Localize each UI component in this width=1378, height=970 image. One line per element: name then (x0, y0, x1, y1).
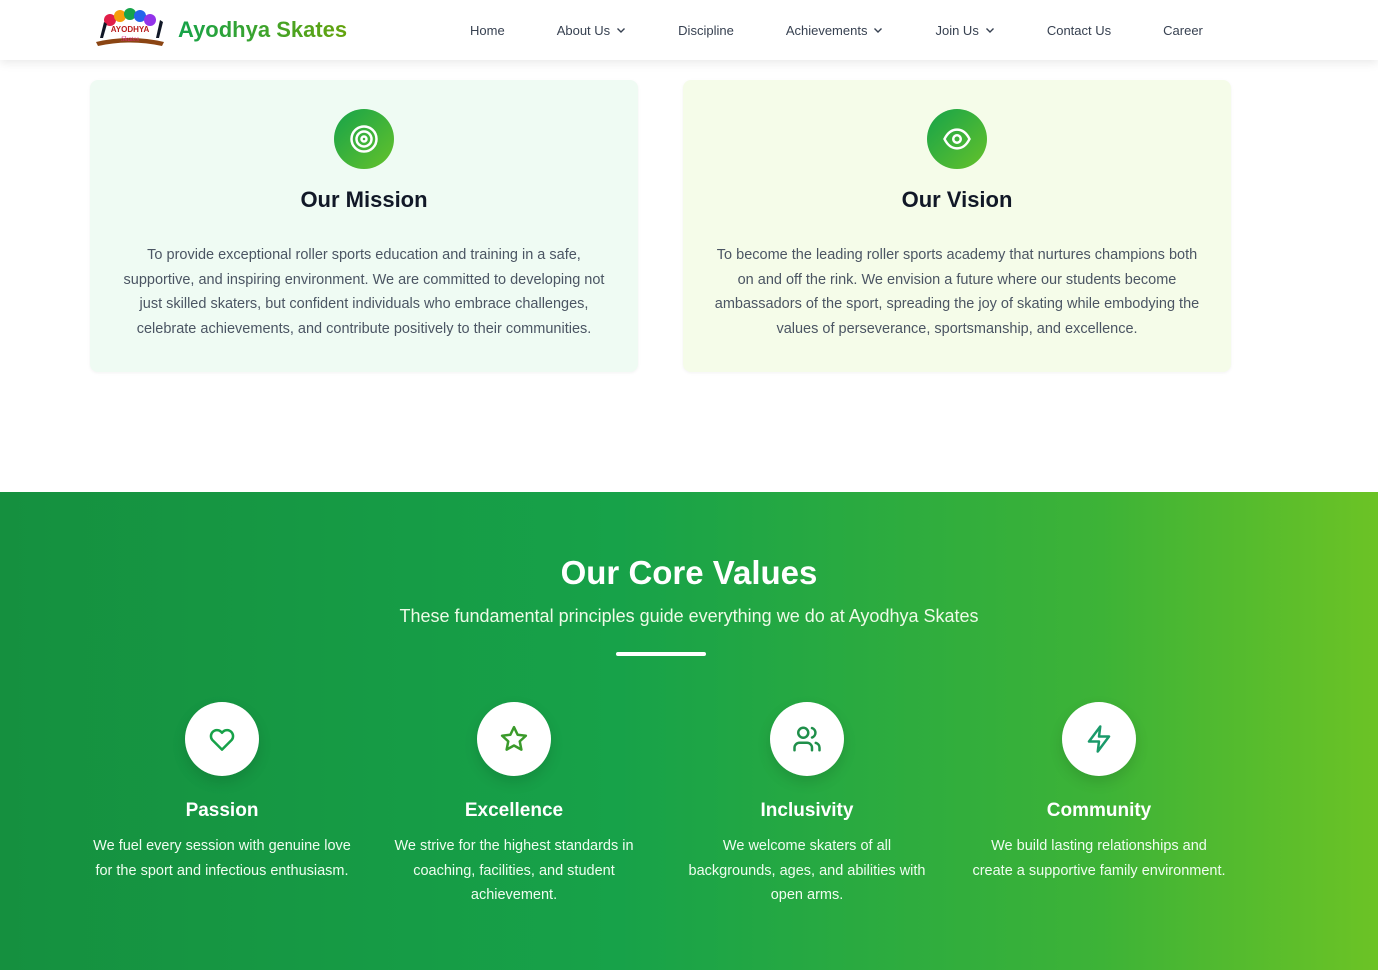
nav-home[interactable]: Home (470, 23, 505, 38)
mission-title: Our Mission (300, 187, 428, 212)
value-icon-badge (770, 702, 844, 776)
lightning-icon (1087, 725, 1111, 753)
vision-icon-badge (927, 109, 987, 169)
nav-career-label[interactable]: Career (1163, 23, 1203, 38)
vision-title: Our Vision (901, 187, 1013, 212)
mission-icon-badge (334, 109, 394, 169)
core-values-title: Our Core Values (560, 554, 818, 591)
brand-name[interactable]: Ayodhya Skates (178, 17, 347, 43)
vision-card: Our Vision To become the leading roller … (683, 80, 1231, 372)
brand-link[interactable]: AYODHYA Skates Ayodhya Skates (90, 8, 347, 52)
heart-icon (209, 728, 235, 751)
value-icon-badge (185, 702, 259, 776)
nav-join-us[interactable]: Join Us (935, 23, 994, 38)
nav-about-us-label[interactable]: About Us (557, 23, 610, 38)
navbar: AYODHYA Skates Ayodhya Skates Home About… (0, 0, 1378, 60)
logo-text: AYODHYA (111, 25, 150, 34)
nav-about-us[interactable]: About Us (557, 23, 626, 38)
target-icon (350, 125, 378, 153)
section-divider (616, 652, 706, 656)
value-title: Inclusivity (760, 800, 854, 821)
nav-join-us-label[interactable]: Join Us (935, 23, 978, 38)
value-icon-badge (477, 702, 551, 776)
star-icon (500, 725, 528, 751)
value-text: We fuel every session with genuine love … (93, 838, 351, 879)
value-card-community: Community We build lasting relationships… (970, 702, 1228, 883)
nav-achievements[interactable]: Achievements (786, 23, 884, 38)
value-icon-badge (1062, 702, 1136, 776)
value-title: Community (1046, 800, 1152, 821)
value-card-inclusivity: Inclusivity We welcome skaters of all ba… (678, 702, 936, 908)
mission-card: Our Mission To provide exceptional rolle… (90, 80, 638, 372)
nav-achievements-label[interactable]: Achievements (786, 23, 868, 38)
value-title: Excellence (464, 800, 564, 821)
value-text: We strive for the highest standards in c… (394, 838, 634, 903)
chevron-down-icon (617, 28, 626, 33)
nav-menu: Home About Us Discipline Achievements Jo… (470, 0, 1203, 60)
nav-home-label[interactable]: Home (470, 23, 505, 38)
vision-text: To become the leading roller sports acad… (714, 247, 1200, 337)
nav-career[interactable]: Career (1163, 23, 1203, 38)
nav-contact-us-label[interactable]: Contact Us (1047, 23, 1111, 38)
nav-discipline-label[interactable]: Discipline (678, 23, 734, 38)
core-values-section: Our Core Values These fundamental princi… (0, 492, 1378, 970)
nav-discipline[interactable]: Discipline (678, 23, 734, 38)
chevron-down-icon (874, 28, 883, 33)
logo-image: AYODHYA Skates (96, 8, 164, 46)
logo-subtext: Skates (121, 35, 139, 43)
value-card-passion: Passion We fuel every session with genui… (93, 702, 351, 883)
chevron-down-icon (985, 28, 994, 33)
value-card-excellence: Excellence We strive for the highest sta… (385, 702, 643, 908)
value-title: Passion (185, 800, 259, 821)
value-text: We build lasting relationships and creat… (972, 838, 1226, 879)
core-values-subtitle: These fundamental principles guide every… (399, 606, 979, 626)
nav-contact-us[interactable]: Contact Us (1047, 23, 1111, 38)
mission-text: To provide exceptional roller sports edu… (123, 247, 605, 337)
value-text: We welcome skaters of all backgrounds, a… (688, 838, 926, 903)
users-icon (793, 726, 821, 752)
eye-icon (943, 128, 971, 150)
